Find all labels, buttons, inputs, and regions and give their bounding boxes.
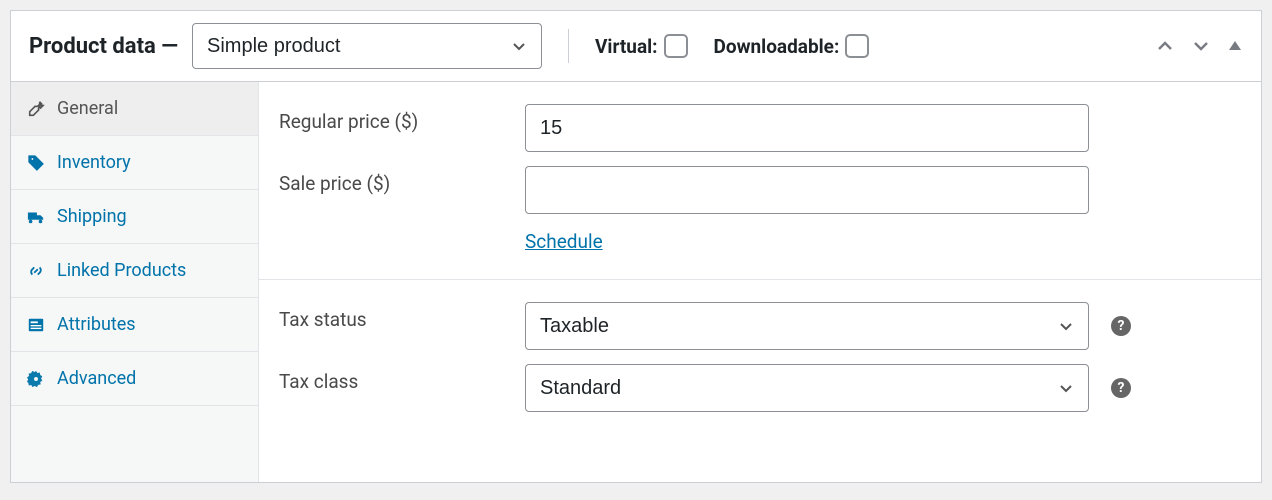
virtual-group: Virtual: [595,34,687,58]
toggle-collapse-icon[interactable] [1227,38,1243,54]
sidebar-item-label: Attributes [57,314,136,335]
divider [568,29,569,63]
sidebar-item-general[interactable]: General [11,82,258,136]
virtual-label: Virtual: [595,35,657,58]
help-icon[interactable]: ? [1111,316,1131,336]
sidebar-item-label: Inventory [57,152,131,173]
virtual-checkbox[interactable] [664,34,688,58]
sidebar-item-attributes[interactable]: Attributes [11,298,258,352]
truck-icon [27,208,45,226]
panel-header: Product data — Simple product Virtual: D… [11,11,1261,82]
chevron-up-icon[interactable] [1155,36,1175,56]
chevron-down-icon[interactable] [1191,36,1211,56]
tax-status-select[interactable]: Taxable [525,302,1089,350]
help-icon[interactable]: ? [1111,378,1131,398]
sidebar-item-label: Advanced [57,368,136,389]
sidebar-item-label: General [57,98,118,119]
tax-class-label: Tax class [279,364,525,393]
sidebar-item-inventory[interactable]: Inventory [11,136,258,190]
sale-price-label: Sale price ($) [279,166,525,195]
sidebar-item-label: Shipping [57,206,127,227]
sidebar-item-label: Linked Products [57,260,186,281]
downloadable-checkbox[interactable] [845,34,869,58]
regular-price-input[interactable] [525,104,1089,152]
product-data-panel: Product data — Simple product Virtual: D… [10,10,1262,483]
schedule-link[interactable]: Schedule [525,230,1089,253]
content-area: Regular price ($) Sale price ($) Schedul… [259,82,1261,482]
tax-status-row: Tax status Taxable ? [279,302,1241,350]
sale-price-row: Sale price ($) Schedule [279,166,1241,253]
product-type-select[interactable]: Simple product [192,23,542,69]
wrench-icon [27,100,45,118]
panel-title: Product data — [29,34,178,59]
downloadable-group: Downloadable: [714,34,870,58]
sidebar-item-advanced[interactable]: Advanced [11,352,258,406]
sidebar-item-shipping[interactable]: Shipping [11,190,258,244]
tax-status-label: Tax status [279,302,525,331]
header-controls [1155,36,1243,56]
panel-body: General Inventory Shipping Linked Produc… [11,82,1261,482]
gear-icon [27,370,45,388]
notes-icon [27,316,45,334]
tax-class-row: Tax class Standard ? [279,364,1241,412]
sale-price-wrap: Schedule [525,166,1089,253]
tax-class-select[interactable]: Standard [525,364,1089,412]
downloadable-label: Downloadable: [714,35,840,58]
sidebar: General Inventory Shipping Linked Produc… [11,82,259,482]
regular-price-row: Regular price ($) [279,104,1241,152]
sidebar-item-linked-products[interactable]: Linked Products [11,244,258,298]
regular-price-label: Regular price ($) [279,104,525,133]
pricing-section: Regular price ($) Sale price ($) Schedul… [259,82,1261,279]
link-icon [27,262,45,280]
tag-icon [27,154,45,172]
sale-price-input[interactable] [525,166,1089,214]
tax-section: Tax status Taxable ? Tax class Standard … [259,279,1261,438]
